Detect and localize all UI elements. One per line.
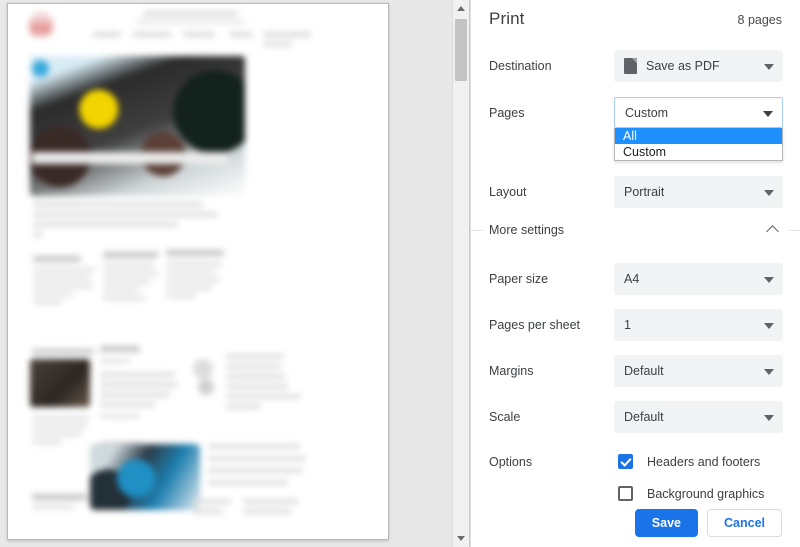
dialog-action-bar: Save Cancel [634, 509, 782, 537]
destination-select[interactable]: Save as PDF [614, 50, 783, 82]
scroll-down-arrow-icon[interactable] [453, 530, 469, 547]
divider-left [471, 230, 483, 231]
margins-row: Margins Default [489, 355, 783, 387]
preview-scroll-thumb[interactable] [455, 19, 467, 81]
chevron-down-icon [763, 110, 773, 117]
layout-value: Portrait [624, 185, 665, 199]
background-graphics-label[interactable]: Background graphics [647, 487, 764, 501]
chevron-down-icon [764, 369, 774, 375]
cancel-button[interactable]: Cancel [707, 509, 782, 537]
paper-size-row: Paper size A4 [489, 263, 783, 295]
background-graphics-checkbox[interactable] [618, 486, 633, 501]
paper-size-select[interactable]: A4 [614, 263, 783, 295]
pages-select[interactable]: Custom [614, 97, 783, 128]
options-row-headers-footers: Options Headers and footers [489, 454, 783, 469]
headers-and-footers-checkbox[interactable] [618, 454, 633, 469]
scale-label: Scale [489, 410, 521, 424]
chevron-down-icon [764, 64, 774, 70]
destination-value: Save as PDF [646, 59, 720, 73]
pages-per-sheet-select[interactable]: 1 [614, 309, 783, 341]
pages-per-sheet-row: Pages per sheet 1 [489, 309, 783, 341]
scroll-up-arrow-icon[interactable] [453, 0, 469, 17]
preview-page-1 [7, 3, 389, 540]
pages-option-all[interactable]: All [615, 128, 782, 144]
pages-value: Custom [625, 105, 669, 120]
margins-label: Margins [489, 364, 534, 378]
pages-row: Pages Custom All Custom [489, 97, 783, 161]
destination-row: Destination Save as PDF [489, 50, 783, 82]
more-settings-label: More settings [489, 223, 565, 237]
more-settings-toggle[interactable]: More settings [471, 213, 800, 247]
options-label: Options [489, 454, 533, 469]
pdf-document-icon [624, 58, 637, 74]
layout-label: Layout [489, 185, 527, 199]
pages-per-sheet-value: 1 [624, 318, 631, 332]
preview-vertical-scrollbar[interactable] [452, 0, 469, 547]
chevron-up-icon [766, 225, 779, 238]
chevron-down-icon [764, 277, 774, 283]
pages-label: Pages [489, 105, 525, 120]
preview-scroll-area[interactable] [0, 0, 452, 547]
scale-select[interactable]: Default [614, 401, 783, 433]
margins-value: Default [624, 364, 664, 378]
page-count-label: 8 pages [737, 13, 782, 27]
headers-and-footers-label[interactable]: Headers and footers [647, 455, 760, 469]
paper-size-label: Paper size [489, 272, 549, 286]
page-title: Print [489, 9, 525, 28]
chevron-down-icon [764, 415, 774, 421]
pages-option-custom[interactable]: Custom [615, 144, 782, 160]
chevron-down-icon [764, 190, 774, 196]
paper-size-value: A4 [624, 272, 640, 286]
divider-right [789, 230, 800, 231]
save-button[interactable]: Save [634, 509, 698, 537]
layout-select[interactable]: Portrait [614, 176, 783, 208]
print-preview-pane [0, 0, 470, 547]
pages-dropdown-list: All Custom [614, 128, 783, 161]
pages-per-sheet-label: Pages per sheet [489, 318, 581, 332]
margins-select[interactable]: Default [614, 355, 783, 387]
destination-label: Destination [489, 59, 552, 73]
print-dialog: Print 8 pages Destination Save as PDF Pa… [0, 0, 800, 547]
options-row-background-graphics: Background graphics [489, 486, 783, 501]
chevron-down-icon [764, 323, 774, 329]
print-settings-panel: Print 8 pages Destination Save as PDF Pa… [470, 0, 800, 547]
scale-value: Default [624, 410, 664, 424]
layout-row: Layout Portrait [489, 176, 783, 208]
scale-row: Scale Default [489, 401, 783, 433]
print-dialog-header: Print 8 pages [489, 0, 782, 36]
